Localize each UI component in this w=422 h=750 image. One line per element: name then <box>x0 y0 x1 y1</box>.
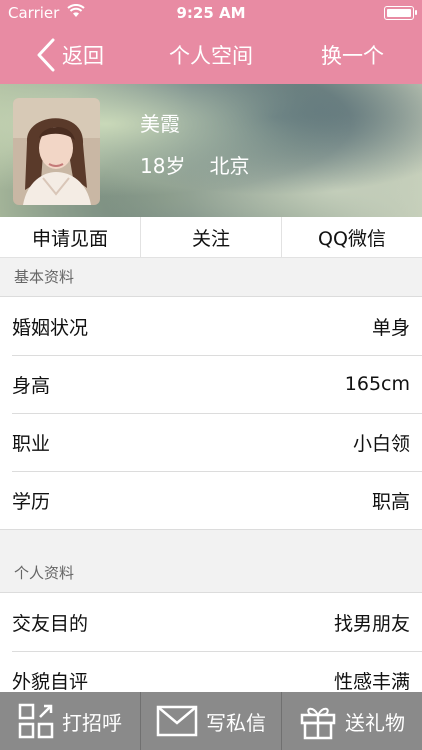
write-message-button[interactable]: 写私信 <box>141 692 282 750</box>
row-value: 职高 <box>371 490 410 513</box>
switch-profile-button[interactable]: 换一个 <box>321 40 384 70</box>
row-label: 学历 <box>12 490 51 513</box>
action-row: 申请见面 关注 QQ微信 <box>0 217 422 258</box>
row-label: 职业 <box>12 432 51 455</box>
row-value: 找男朋友 <box>333 612 410 635</box>
list-item: 身高 165cm <box>0 355 422 413</box>
profile-age: 18岁 <box>140 154 186 178</box>
send-gift-label: 送礼物 <box>345 710 405 735</box>
row-value: 单身 <box>371 316 410 339</box>
greet-label: 打招呼 <box>62 710 122 735</box>
list-item: 交友目的 找男朋友 <box>0 593 422 651</box>
profile-meta: 18岁 北京 <box>140 150 249 179</box>
row-value: 165cm <box>344 373 410 395</box>
list-item: 职业 小白领 <box>0 413 422 471</box>
row-label: 身高 <box>12 374 51 397</box>
clock: 9:25 AM <box>176 4 246 22</box>
follow-button[interactable]: 关注 <box>141 217 282 257</box>
bottom-tab-bar: 打招呼 写私信 送礼物 <box>0 692 422 750</box>
qq-wechat-button[interactable]: QQ微信 <box>282 217 422 257</box>
request-meeting-button[interactable]: 申请见面 <box>0 217 141 257</box>
gift-icon <box>300 707 336 740</box>
battery-icon <box>384 6 417 20</box>
row-value: 小白领 <box>352 432 410 455</box>
row-label: 婚姻状况 <box>12 316 89 339</box>
basic-info-section-title: 基本资料 <box>14 268 75 286</box>
greet-button[interactable]: 打招呼 <box>0 692 141 750</box>
greet-grid-icon <box>18 703 54 739</box>
profile-header: 美霞 18岁 北京 <box>0 84 422 217</box>
list-item: 学历 职高 <box>0 471 422 529</box>
envelope-icon <box>156 705 198 737</box>
row-label: 交友目的 <box>12 612 89 635</box>
send-gift-button[interactable]: 送礼物 <box>282 692 422 750</box>
row-label: 外貌自评 <box>12 670 89 693</box>
status-bar: Carrier 9:25 AM <box>0 0 422 26</box>
profile-name: 美霞 <box>140 112 180 136</box>
personal-info-section-title: 个人资料 <box>14 564 75 582</box>
navigation-bar: 返回 个人空间 换一个 <box>0 26 422 84</box>
list-item: 婚姻状况 单身 <box>0 297 422 355</box>
basic-info-list: 婚姻状况 单身 身高 165cm 职业 小白领 学历 职高 <box>0 296 422 530</box>
write-message-label: 写私信 <box>206 710 266 735</box>
row-value: 性感丰满 <box>333 670 410 693</box>
profile-city: 北京 <box>209 154 250 178</box>
avatar[interactable] <box>13 98 100 205</box>
